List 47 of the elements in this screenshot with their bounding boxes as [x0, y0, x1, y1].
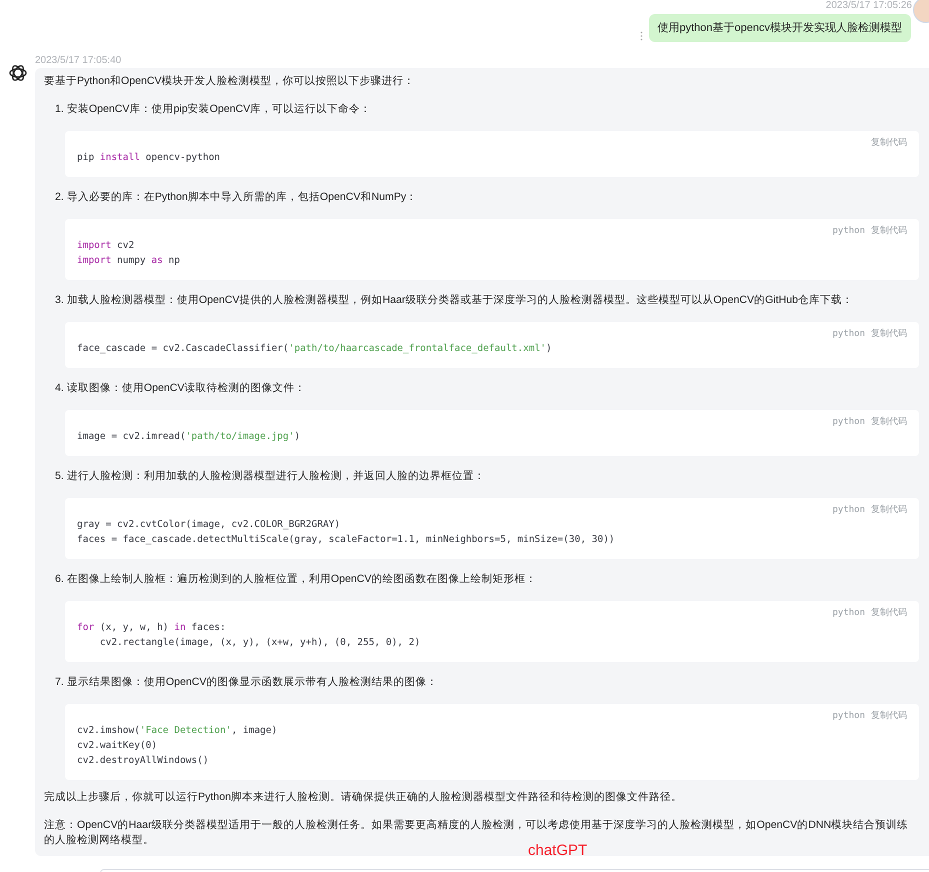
language-label: python: [832, 416, 865, 428]
message-timestamp: 2023/5/17 17:05:40: [35, 55, 122, 67]
code-line: image = cv2.imread('path/to/image.jpg'): [77, 430, 302, 444]
step-text: 安装OpenCV库：使用pip安装OpenCV库，可以运行以下命令：: [66, 102, 372, 117]
language-label: python: [832, 225, 865, 237]
step-number: 1.: [55, 102, 64, 117]
more-icon[interactable]: [640, 31, 642, 41]
step-text: 导入必要的库：在Python脚本中导入所需的库，包括OpenCV和NumPy：: [66, 190, 418, 205]
code-line: import cv2: [77, 239, 136, 253]
code-line: cv2.waitKey(0): [77, 739, 158, 753]
step-number: 5.: [55, 469, 64, 484]
language-label: python: [832, 710, 865, 722]
language-label: python: [832, 607, 865, 619]
code-line: face_cascade = cv2.CascadeClassifier('path/to/haarcascade_frontalface_default.xml'): [77, 342, 553, 356]
code-line: import numpy as np: [77, 254, 181, 268]
message-timestamp: 2023/5/17 17:05:26: [824, 0, 913, 11]
step-text: 读取图像：使用OpenCV读取待检测的图像文件：: [66, 381, 306, 396]
code-line: cv2.rectangle(image, (x, y), (x+w, y+h), (0, 255, 0), 2): [98, 636, 422, 650]
step-text: 显示结果图像：使用OpenCV的图像显示函数展示带有人脸检测结果的图像：: [66, 675, 438, 690]
code-line: cv2.destroyAllWindows(): [77, 754, 210, 768]
code-line: faces = face_cascade.detectMultiScale(gray, scaleFactor=1.1, minNeighbors=5, minSize=(30, 30)): [77, 533, 616, 547]
step-text: 加载人脸检测器模型：使用OpenCV提供的人脸检测器模型，例如Haar级联分类器或基于深度学习的人脸检测器模型。这些模型可以从OpenCV的GitHub仓库下载：: [66, 293, 854, 308]
copy-code-button[interactable]: 复制代码: [871, 414, 907, 428]
code-line: cv2.imshow('Face Detection', image): [77, 724, 278, 738]
copy-code-button[interactable]: 复制代码: [871, 326, 907, 340]
language-label: python: [832, 504, 865, 516]
step-text: 在图像上绘制人脸框：遍历检测到的人脸框位置，利用OpenCV的绘图函数在图像上绘制矩形框：: [66, 572, 536, 587]
language-label: python: [832, 328, 865, 340]
step-text: 进行人脸检测：利用加载的人脸检测器模型进行人脸检测，并返回人脸的边界框位置：: [66, 469, 485, 484]
step-number: 2.: [55, 190, 64, 205]
user-message: 使用python基于opencv模块开发实现人脸检测模型: [648, 14, 911, 42]
code-line: for (x, y, w, h) in faces:: [77, 621, 227, 635]
step-number: 4.: [55, 381, 64, 396]
paragraph: 完成以上步骤后，你就可以运行Python脚本来进行人脸检测。请确保提供正确的人脸检测器模型文件路径和待检测的图像文件路径。: [44, 790, 683, 805]
copy-code-button[interactable]: 复制代码: [871, 135, 907, 149]
copy-code-button[interactable]: 复制代码: [871, 708, 907, 722]
caption: chatGPT: [528, 842, 588, 859]
logo-icon: [8, 63, 28, 83]
step-number: 6.: [55, 572, 64, 587]
intro-text: 要基于Python和OpenCV模块开发人脸检测模型，你可以按照以下步骤进行：: [44, 74, 416, 89]
copy-code-button[interactable]: 复制代码: [871, 502, 907, 516]
copy-code-button[interactable]: 复制代码: [871, 223, 907, 237]
code-line: gray = cv2.cvtColor(image, cv2.COLOR_BGR2GRAY): [77, 518, 342, 532]
step-number: 3.: [55, 293, 64, 308]
step-number: 7.: [55, 675, 64, 690]
copy-code-button[interactable]: 复制代码: [871, 605, 907, 619]
code-line: pip install opencv-python: [77, 151, 222, 165]
